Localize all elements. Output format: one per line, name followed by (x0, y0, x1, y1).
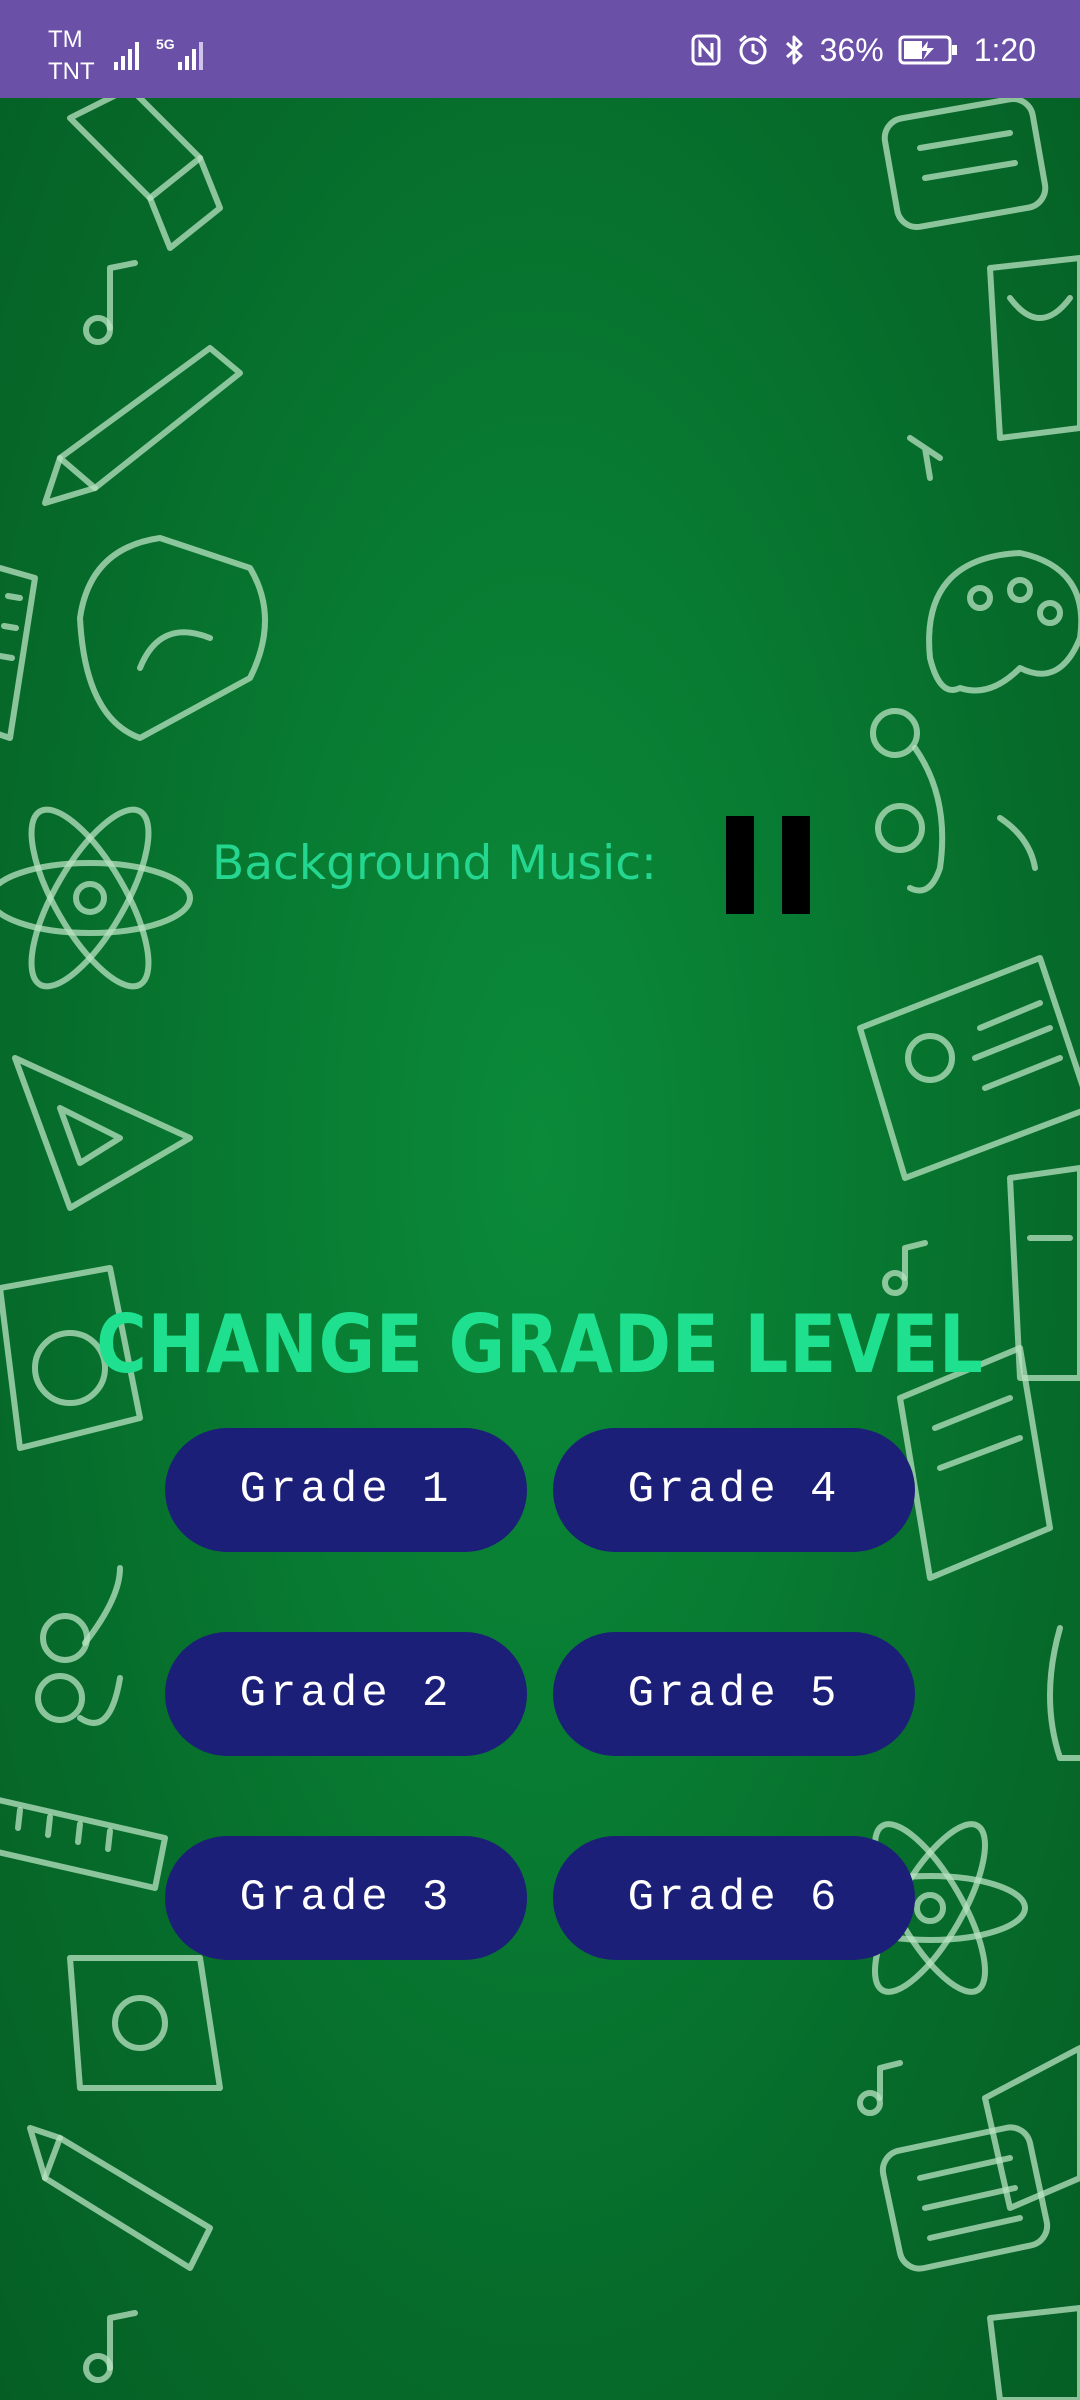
grade-4-button[interactable]: Grade 4 (553, 1428, 915, 1552)
clock-time: 1:20 (973, 31, 1036, 68)
lightbulb-doodle-icon (1047, 1625, 1080, 1761)
bag-doodle-icon (987, 255, 1080, 441)
music-note-doodle-icon (83, 260, 138, 345)
triangle-ruler-doodle-icon (12, 1055, 193, 1211)
palette-doodle-icon (926, 550, 1080, 694)
music-note-doodle-icon-3 (882, 1240, 928, 1296)
backpack-doodle-icon-2 (1007, 1165, 1080, 1381)
backpack-doodle-icon (77, 535, 268, 741)
glasses-doodle-icon (35, 1565, 123, 1726)
app-screen: TM TNT 5G 36% 1:20 Background Music: CHA… (0, 0, 1080, 2400)
pencil-doodle-icon (42, 345, 243, 506)
pin-doodle-icon (907, 435, 943, 481)
grade-2-button[interactable]: Grade 2 (165, 1632, 527, 1756)
school-doodle-background (0, 98, 1080, 2400)
ruler-doodle-icon-2 (0, 1797, 168, 1891)
carrier-label-1: TM (48, 26, 83, 53)
grade-6-button[interactable]: Grade 6 (553, 1836, 915, 1960)
battery-charging-icon (898, 35, 957, 65)
signal-icon (114, 42, 139, 70)
alarm-icon (738, 34, 767, 65)
bag-doodle-icon-2 (987, 2305, 1080, 2400)
certificate-doodle-icon (857, 955, 1080, 1181)
music-pause-button[interactable] (724, 816, 812, 916)
sharpener-doodle-icon (67, 1955, 223, 2091)
signal-5g-icon (178, 42, 203, 70)
status-icons-group: 36% 1:20 (690, 30, 1036, 70)
grade-5-button[interactable]: Grade 5 (553, 1632, 915, 1756)
atom-doodle-icon (0, 806, 193, 990)
battery-percent: 36% (819, 31, 884, 68)
status-bar: TM TNT 5G 36% 1:20 (0, 0, 1080, 98)
calculator-doodle-icon-2 (879, 2124, 1051, 2272)
calculator-doodle-icon (881, 98, 1049, 231)
carrier-label-2: TNT (48, 58, 95, 85)
nfc-icon (691, 34, 721, 66)
grade-3-button[interactable]: Grade 3 (165, 1836, 527, 1960)
bluetooth-icon (785, 35, 803, 65)
eraser-doodle-icon-2 (982, 2045, 1080, 2211)
background-music-label: Background Music: (212, 836, 657, 891)
change-grade-level-heading: CHANGE GRADE LEVEL (96, 1298, 984, 1391)
pencil-doodle-icon-2 (27, 2125, 213, 2271)
glasses-doodle-icon-2 (870, 708, 1038, 894)
music-note-doodle-icon-2 (83, 2310, 138, 2383)
eraser-doodle-icon (67, 98, 223, 251)
ruler-doodle-icon (0, 565, 38, 741)
music-note-doodle-icon-4 (857, 2060, 903, 2116)
grade-1-button[interactable]: Grade 1 (165, 1428, 527, 1552)
